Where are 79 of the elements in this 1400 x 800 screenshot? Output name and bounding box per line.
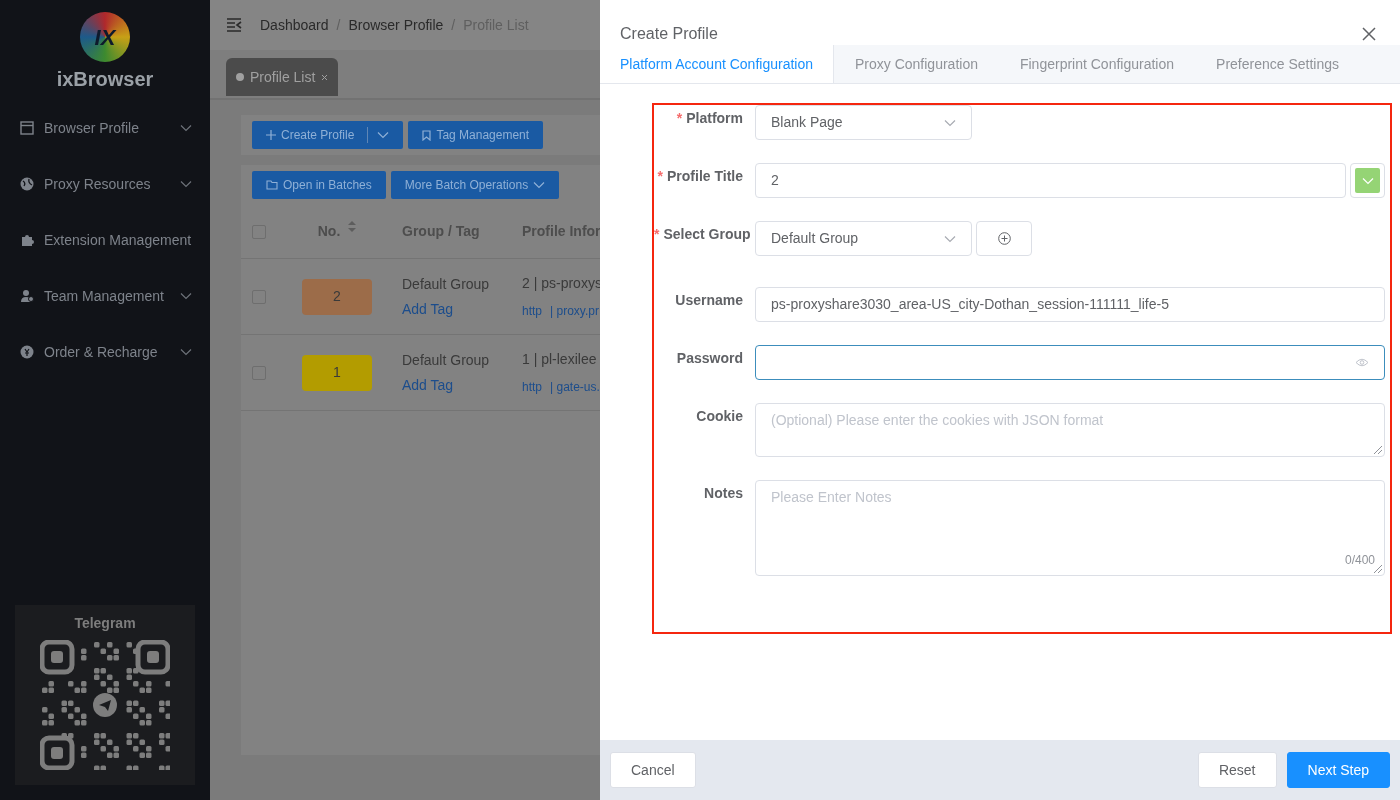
sort-icon[interactable]	[348, 221, 357, 232]
caret-icon	[377, 131, 390, 139]
window-icon	[20, 121, 34, 135]
toolbar-button[interactable]: Tag Management	[408, 121, 544, 149]
reset-button[interactable]: Reset	[1197, 752, 1277, 788]
status-dot-icon	[236, 73, 244, 81]
field-label: Username	[674, 291, 744, 310]
field-label: * Platform	[675, 109, 744, 128]
resize-handle-icon[interactable]	[1373, 564, 1383, 574]
eye-icon	[1355, 358, 1369, 367]
add-tag-link[interactable]: Add Tag	[402, 298, 522, 320]
coin-icon	[20, 345, 34, 359]
users-icon	[20, 289, 34, 303]
input-field[interactable]: 2	[755, 163, 1346, 198]
puzzle-icon	[20, 233, 34, 247]
textarea-field[interactable]: (Optional) Please enter the cookies with JSON format	[755, 403, 1385, 457]
breadcrumb-link[interactable]: Browser Profile	[348, 14, 444, 36]
config-tab[interactable]: Platform Account Configuration	[600, 45, 834, 83]
drawer-title: Create Profile	[620, 23, 718, 44]
close-icon[interactable]	[1362, 26, 1376, 41]
breadcrumb-separator: /	[451, 15, 456, 35]
resize-handle-icon[interactable]	[1373, 445, 1383, 455]
config-tab[interactable]: Fingerprint Configuration	[998, 45, 1196, 83]
folder-icon	[266, 180, 278, 190]
protocol-link[interactable]: http	[522, 378, 542, 396]
chevron-down-icon	[1361, 176, 1374, 185]
plus-circle-icon	[997, 232, 1011, 245]
profile-info: 1 | pl-lexilee	[522, 350, 598, 369]
sidebar-item[interactable]: Browser Profile	[0, 100, 210, 156]
caret-icon	[533, 181, 546, 189]
field-label: Cookie	[695, 407, 744, 426]
menu-icon[interactable]	[226, 18, 242, 32]
sidebar-item[interactable]: Extension Management	[0, 212, 210, 268]
textarea-field[interactable]: Please Enter Notes 0/400	[755, 480, 1385, 576]
profile-info: 2 | ps-proxys	[522, 274, 602, 293]
plus-icon	[266, 130, 276, 140]
next-step-button[interactable]: Next Step	[1286, 752, 1390, 788]
add-group-button[interactable]	[976, 221, 1032, 256]
field-label: * Profile Title	[656, 167, 744, 186]
logo-icon: IX	[80, 12, 130, 62]
password-field[interactable]	[755, 345, 1385, 380]
toolbar-button[interactable]: Create Profile	[252, 121, 404, 149]
close-icon[interactable]	[321, 73, 329, 81]
chevron-down-icon	[180, 124, 192, 132]
toolbar-button[interactable]: More Batch Operations	[390, 171, 560, 199]
sidebar-item[interactable]: Order & Recharge	[0, 324, 210, 380]
chevron-down-icon	[180, 292, 192, 300]
config-tab[interactable]: Preference Settings	[1195, 45, 1360, 83]
breadcrumb-link[interactable]: Dashboard	[260, 14, 329, 36]
field-label: Password	[675, 349, 744, 368]
field-label: * Select Group	[654, 225, 752, 244]
toolbar-button[interactable]: Open in Batches	[252, 171, 386, 199]
breadcrumb-separator: /	[336, 15, 341, 35]
bookmark-icon	[422, 129, 432, 141]
globe-icon	[20, 177, 34, 191]
chevron-down-icon	[180, 180, 192, 188]
sidebar-item[interactable]: Team Management	[0, 268, 210, 324]
qr-title: Telegram	[74, 614, 136, 633]
group-name: Default Group	[402, 350, 491, 370]
brand-name: ixBrowser	[56, 67, 154, 92]
protocol-link[interactable]: http	[522, 302, 542, 320]
select-field[interactable]: Default Group	[755, 221, 972, 256]
sidebar-item[interactable]: Proxy Resources	[0, 156, 210, 212]
number-tag: 1	[302, 354, 372, 391]
group-name: Default Group	[402, 274, 491, 294]
config-tab[interactable]: Proxy Configuration	[834, 45, 999, 83]
chevron-down-icon	[180, 348, 192, 356]
character-count: 0/400	[1344, 552, 1375, 569]
number-tag: 2	[302, 278, 372, 315]
select-field[interactable]: Blank Page	[755, 105, 972, 140]
input-field[interactable]: ps-proxyshare3030_area-US_city-Dothan_session-111111_life-5	[755, 287, 1385, 322]
chevron-down-icon	[944, 118, 956, 127]
chevron-down-icon	[944, 234, 956, 243]
proxy-host-link[interactable]: | proxy.pr	[550, 302, 599, 320]
cancel-button[interactable]: Cancel	[610, 752, 696, 788]
page-tab[interactable]: Profile List	[226, 58, 339, 96]
add-tag-link[interactable]: Add Tag	[402, 374, 522, 396]
field-label: Notes	[703, 484, 744, 503]
proxy-host-link[interactable]: | gate-us.	[550, 378, 600, 396]
